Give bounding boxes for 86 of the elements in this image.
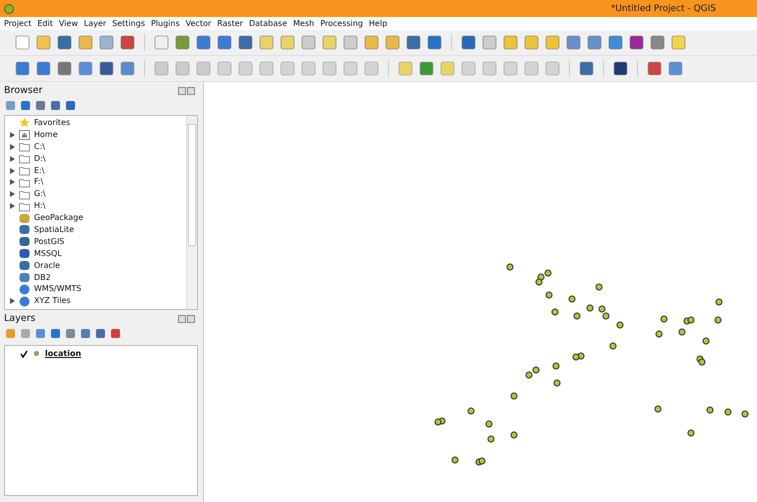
menu-item[interactable]: Plugins [150,19,180,28]
panel-tool-icon[interactable] [110,328,121,339]
menu-item[interactable]: Settings [112,19,145,28]
tree-item[interactable]: GeoPackage [34,213,84,224]
folder-icon [19,141,30,152]
tree-item[interactable]: G:\ [34,189,46,200]
toolbar-icon[interactable] [628,34,645,51]
app-logo-icon [3,2,15,14]
panel-tool-icon[interactable] [20,100,31,111]
expand-arrow-icon[interactable] [10,203,15,210]
toolbar-icon[interactable] [119,34,136,51]
tree-item[interactable]: Oracle [34,260,60,271]
toolbar-icon[interactable] [612,60,629,77]
panel-tool-icon[interactable] [20,328,31,339]
expand-arrow-icon[interactable] [10,144,15,150]
tree-item[interactable]: C:\ [34,142,45,152]
tree-item[interactable]: F:\ [34,177,44,188]
folder-icon [19,176,30,188]
expand-arrow-icon[interactable] [10,132,15,138]
panel-tool-icon[interactable] [80,328,91,339]
menu-item[interactable]: Vector [186,19,212,28]
tree-item[interactable]: PostGIS [34,236,64,247]
panel-tool-icon[interactable] [50,100,61,111]
folder-icon [19,200,30,212]
panel-tool-icon[interactable] [35,328,46,339]
tree-item[interactable]: Home [34,130,58,140]
tree-item[interactable]: E:\ [34,166,44,176]
layer-checkbox[interactable] [19,349,28,358]
menu-item[interactable]: Help [368,19,388,28]
tree-item[interactable]: SpatiaLite [34,224,74,235]
toolbar-icon[interactable] [426,34,443,51]
menu-item[interactable]: Raster [217,19,243,28]
star-icon [19,117,30,128]
menu-item[interactable]: Mesh [293,19,314,28]
expand-arrow-icon[interactable] [10,191,15,198]
tree-item[interactable]: MSSQL [34,248,62,259]
database-icon [19,212,30,224]
panel-title: Layers [4,313,36,324]
panel-tool-icon[interactable] [5,328,16,339]
menu-item[interactable]: Database [248,19,288,28]
toolbar-icon[interactable] [460,34,477,51]
home-icon [19,129,30,140]
folder-icon [19,165,30,176]
tree-item[interactable]: Favorites [34,118,70,128]
globe-icon [19,284,30,295]
globe-icon [19,296,30,307]
panel-tool-icon[interactable] [65,100,76,111]
menu-item[interactable]: View [58,19,78,28]
database-icon [19,224,30,236]
menu-item[interactable]: Project [4,19,32,28]
menu-item[interactable]: Edit [37,19,53,28]
panel-tool-icon[interactable] [65,328,76,339]
panel-tool-icon[interactable] [5,100,16,111]
tree-item[interactable]: DB2 [34,272,51,283]
panel-float-close-icon[interactable] [178,314,196,322]
layer-name[interactable]: location [45,349,82,358]
scrollbar[interactable] [186,116,197,309]
tree-item[interactable]: WMS/WMTS [34,284,82,294]
expand-arrow-icon[interactable] [10,168,15,174]
database-icon [19,236,30,248]
point-symbol-icon [33,350,40,357]
database-icon [19,272,30,284]
folder-icon [19,188,30,200]
toolbar-icon[interactable] [98,60,115,77]
toolbar-icon[interactable] [646,60,663,77]
expand-arrow-icon[interactable] [10,179,15,186]
panel-tool-icon[interactable] [95,328,106,339]
menu-item[interactable]: Processing [320,19,363,28]
tree-item[interactable]: XYZ Tiles [34,296,71,306]
tree-item[interactable]: H:\ [34,201,46,212]
expand-arrow-icon[interactable] [10,156,15,162]
window-title: *Untitled Project - QGIS [610,4,716,14]
toolbar-icon[interactable] [405,34,422,51]
database-icon [19,260,30,272]
panel-tool-icon[interactable] [50,328,61,339]
expand-arrow-icon[interactable] [10,298,15,304]
panel-float-close-icon[interactable] [178,86,196,94]
toolbar-icon[interactable] [237,34,254,51]
toolbar-icon[interactable] [56,34,73,51]
toolbar-icon[interactable] [578,60,595,77]
panel-tool-icon[interactable] [35,100,46,111]
database-icon [19,248,30,260]
folder-icon [19,153,30,164]
panel-title: Browser [4,85,42,96]
tree-item[interactable]: D:\ [34,154,46,164]
menu-item[interactable]: Layer [84,19,106,28]
